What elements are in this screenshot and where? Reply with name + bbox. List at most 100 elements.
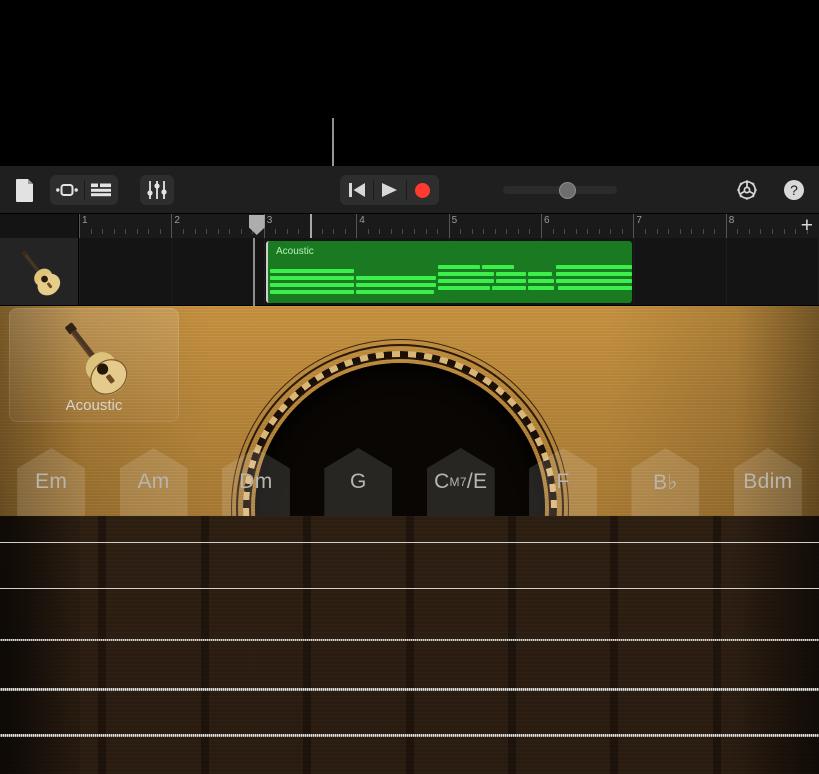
ruler-sub-tick bbox=[529, 229, 530, 234]
chord-button-C[interactable]: CM7/E bbox=[427, 448, 495, 516]
toolbar-right-group: ? bbox=[735, 166, 805, 214]
ruler-sub-tick bbox=[275, 229, 276, 234]
ruler-sub-tick bbox=[287, 229, 288, 234]
rewind-button[interactable] bbox=[340, 175, 373, 205]
ruler-sub-tick bbox=[622, 229, 623, 234]
play-icon bbox=[381, 182, 398, 198]
document-button[interactable] bbox=[10, 175, 40, 205]
chord-button-B[interactable]: B♭ bbox=[631, 448, 699, 516]
midi-region-acoustic[interactable]: Acoustic bbox=[266, 241, 632, 303]
ruler-sub-tick bbox=[102, 229, 103, 234]
ruler-header-spacer bbox=[0, 214, 79, 238]
ruler-sub-tick bbox=[195, 229, 196, 234]
midi-note bbox=[356, 283, 436, 287]
ruler-sub-tick bbox=[125, 229, 126, 234]
play-button[interactable] bbox=[373, 175, 406, 205]
instrument-card-acoustic[interactable]: Acoustic bbox=[9, 308, 179, 422]
chord-label: Em bbox=[17, 448, 85, 516]
ruler-sub-tick bbox=[322, 229, 323, 234]
loop-browser-button[interactable] bbox=[50, 175, 84, 205]
ruler-sub-tick bbox=[703, 229, 704, 234]
guitar-string-5[interactable] bbox=[0, 734, 819, 737]
guitar-string-3[interactable] bbox=[0, 639, 819, 641]
track-area: Acoustic bbox=[0, 238, 819, 306]
chord-button-Em[interactable]: Em bbox=[17, 448, 85, 516]
midi-note bbox=[270, 269, 354, 273]
ruler-sub-tick bbox=[160, 229, 161, 234]
guitar-string-2[interactable] bbox=[0, 588, 819, 589]
master-volume-slider[interactable] bbox=[503, 182, 617, 198]
ruler-sub-tick bbox=[414, 229, 415, 234]
ruler-sub-tick bbox=[518, 229, 519, 234]
ruler-sub-tick bbox=[218, 229, 219, 234]
record-icon bbox=[415, 183, 430, 198]
ruler-sub-tick bbox=[610, 229, 611, 234]
ruler-sub-tick bbox=[495, 229, 496, 234]
track-view-button[interactable] bbox=[84, 175, 118, 205]
loop-browser-icon bbox=[56, 183, 78, 197]
chord-label: CM7/E bbox=[427, 448, 495, 516]
midi-note bbox=[356, 276, 436, 280]
ruler-sub-tick bbox=[599, 229, 600, 234]
midi-note bbox=[556, 279, 632, 283]
ruler-sub-tick bbox=[714, 229, 715, 234]
add-track-button[interactable]: + bbox=[801, 217, 813, 235]
track-header-acoustic[interactable] bbox=[0, 238, 79, 306]
help-button[interactable]: ? bbox=[783, 179, 805, 201]
chord-button-Bdim[interactable]: Bdim bbox=[734, 448, 802, 516]
midi-note bbox=[528, 272, 552, 276]
ruler-sub-tick bbox=[772, 229, 773, 234]
ruler-sub-tick bbox=[183, 229, 184, 234]
mixer-button[interactable] bbox=[140, 175, 174, 205]
playhead-ruler-line bbox=[310, 214, 312, 238]
track-lane[interactable]: Acoustic bbox=[79, 238, 819, 306]
ruler-sub-tick bbox=[737, 229, 738, 234]
timeline-ruler: 12345678 + bbox=[0, 214, 819, 238]
ruler-sub-tick bbox=[680, 229, 681, 234]
ruler-sub-tick bbox=[576, 229, 577, 234]
midi-note bbox=[528, 279, 554, 283]
ruler-bar-number: 7 bbox=[633, 215, 642, 226]
ruler-sub-tick bbox=[391, 229, 392, 234]
ruler-bar-number: 8 bbox=[726, 215, 735, 226]
document-icon bbox=[15, 178, 35, 202]
ruler-sub-tick bbox=[587, 229, 588, 234]
help-icon: ? bbox=[783, 179, 805, 201]
gear-icon bbox=[735, 178, 759, 202]
settings-button[interactable] bbox=[735, 178, 759, 202]
ruler-sub-tick bbox=[379, 229, 380, 234]
ruler-sub-tick bbox=[241, 229, 242, 234]
playhead-line bbox=[253, 238, 255, 306]
chord-button-Am[interactable]: Am bbox=[120, 448, 188, 516]
midi-note bbox=[556, 272, 632, 276]
midi-note bbox=[482, 265, 514, 269]
ruler-sub-tick bbox=[229, 229, 230, 234]
chord-label: Dm bbox=[222, 448, 290, 516]
playhead-marker[interactable] bbox=[249, 215, 265, 235]
chord-button-Dm[interactable]: Dm bbox=[222, 448, 290, 516]
ruler-sub-tick bbox=[148, 229, 149, 234]
ruler-bar-number: 5 bbox=[449, 215, 458, 226]
chord-button-G[interactable]: G bbox=[324, 448, 392, 516]
toolbar-left-group bbox=[10, 166, 174, 214]
chord-label: B♭ bbox=[631, 448, 699, 516]
top-empty-area bbox=[0, 0, 819, 166]
midi-note bbox=[296, 283, 354, 287]
ruler-sub-tick bbox=[795, 229, 796, 234]
chord-button-F[interactable]: F bbox=[529, 448, 597, 516]
guitar-string-1[interactable] bbox=[0, 542, 819, 543]
guitar-string-4[interactable] bbox=[0, 688, 819, 691]
chord-label: Am bbox=[120, 448, 188, 516]
chord-strip: Em Am Dm G CM7/E F B♭ Bdim bbox=[0, 448, 819, 516]
ruler-sub-tick bbox=[553, 229, 554, 234]
ruler-sub-tick bbox=[437, 229, 438, 234]
rewind-icon bbox=[348, 182, 366, 198]
fretboard[interactable] bbox=[0, 516, 819, 774]
ruler-sub-tick bbox=[114, 229, 115, 234]
midi-note bbox=[298, 290, 354, 294]
slider-knob[interactable] bbox=[559, 182, 576, 199]
record-button[interactable] bbox=[406, 175, 439, 205]
midi-note bbox=[438, 286, 490, 290]
ruler-sub-tick bbox=[345, 229, 346, 234]
ruler-bars[interactable]: 12345678 bbox=[79, 214, 819, 238]
